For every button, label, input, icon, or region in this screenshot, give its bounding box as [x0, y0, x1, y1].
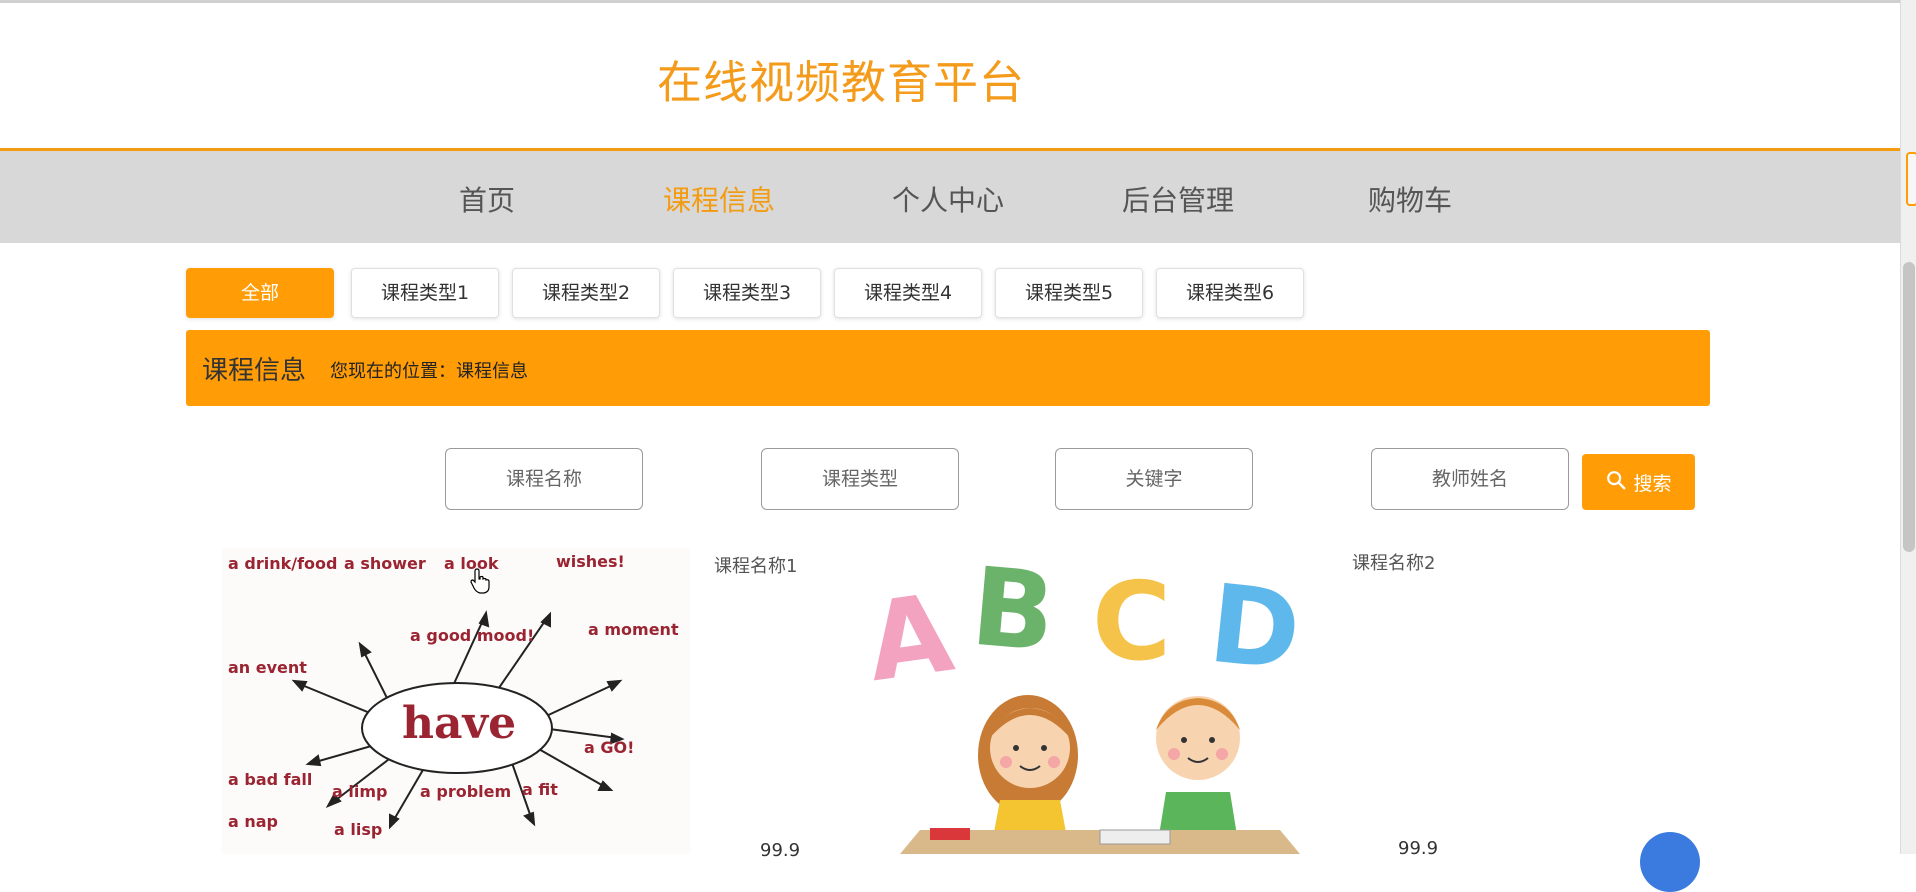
course-type-input[interactable]: 课程类型	[761, 448, 959, 510]
tab-all[interactable]: 全部	[186, 268, 334, 318]
keyword-input[interactable]: 关键字	[1055, 448, 1253, 510]
word-problem: a problem	[420, 782, 512, 801]
course-image-1[interactable]: have a drink/food a shower a look wishes…	[222, 548, 690, 854]
course-name-2[interactable]: 课程名称2	[1352, 549, 1435, 575]
scroll-position-marker	[1906, 152, 1916, 206]
course-price-1: 99.9	[760, 840, 801, 861]
word-lisp: a lisp	[334, 820, 383, 839]
course-image-2[interactable]: A B C D	[860, 530, 1336, 854]
page-scrollbar[interactable]	[1900, 0, 1916, 854]
word-bad-fall: a bad fall	[228, 770, 313, 789]
word-event: an event	[228, 658, 307, 677]
word-shower: a shower	[344, 554, 426, 573]
back-to-top-button[interactable]	[1640, 832, 1700, 892]
tab-type-1[interactable]: 课程类型1	[351, 268, 499, 318]
tab-type-3[interactable]: 课程类型3	[673, 268, 821, 318]
nav-home[interactable]: 首页	[412, 179, 562, 219]
word-moment: a moment	[588, 620, 679, 639]
scrollbar-thumb[interactable]	[1903, 262, 1915, 552]
top-border	[0, 0, 1900, 3]
nav-cart[interactable]: 购物车	[1335, 179, 1485, 219]
breadcrumb: 您现在的位置：课程信息	[330, 361, 528, 382]
kids-illustration	[900, 695, 1300, 854]
word-nap: a nap	[228, 812, 279, 831]
course-name-input[interactable]: 课程名称	[445, 448, 643, 510]
nav-course-info[interactable]: 课程信息	[644, 179, 794, 219]
section-banner: 课程信息 您现在的位置：课程信息	[186, 330, 1710, 406]
search-button[interactable]: 搜索	[1582, 454, 1695, 510]
word-limp: a limp	[332, 782, 388, 801]
teacher-name-input[interactable]: 教师姓名	[1371, 448, 1569, 510]
word-drink-food: a drink/food	[228, 554, 338, 573]
course-name-1[interactable]: 课程名称1	[714, 552, 797, 578]
hand-cursor-icon	[470, 568, 492, 598]
search-icon	[1605, 469, 1627, 496]
nav-admin[interactable]: 后台管理	[1103, 179, 1253, 219]
word-wishes: wishes!	[556, 552, 625, 571]
tab-type-6[interactable]: 课程类型6	[1156, 268, 1304, 318]
site-title: 在线视频教育平台	[656, 56, 1025, 109]
main-nav: 首页 课程信息 个人中心 后台管理 购物车	[0, 148, 1900, 243]
word-go: a GO!	[584, 738, 635, 757]
course-price-2: 99.9	[1398, 838, 1439, 859]
word-have: have	[402, 698, 517, 749]
word-fit: a fit	[522, 780, 558, 799]
nav-personal-center[interactable]: 个人中心	[873, 179, 1023, 219]
tab-type-2[interactable]: 课程类型2	[512, 268, 660, 318]
banner-title: 课程信息	[202, 356, 307, 386]
tab-type-4[interactable]: 课程类型4	[834, 268, 982, 318]
tab-type-5[interactable]: 课程类型5	[995, 268, 1143, 318]
search-button-label: 搜索	[1633, 472, 1672, 495]
word-good-mood: a good mood!	[410, 626, 535, 645]
